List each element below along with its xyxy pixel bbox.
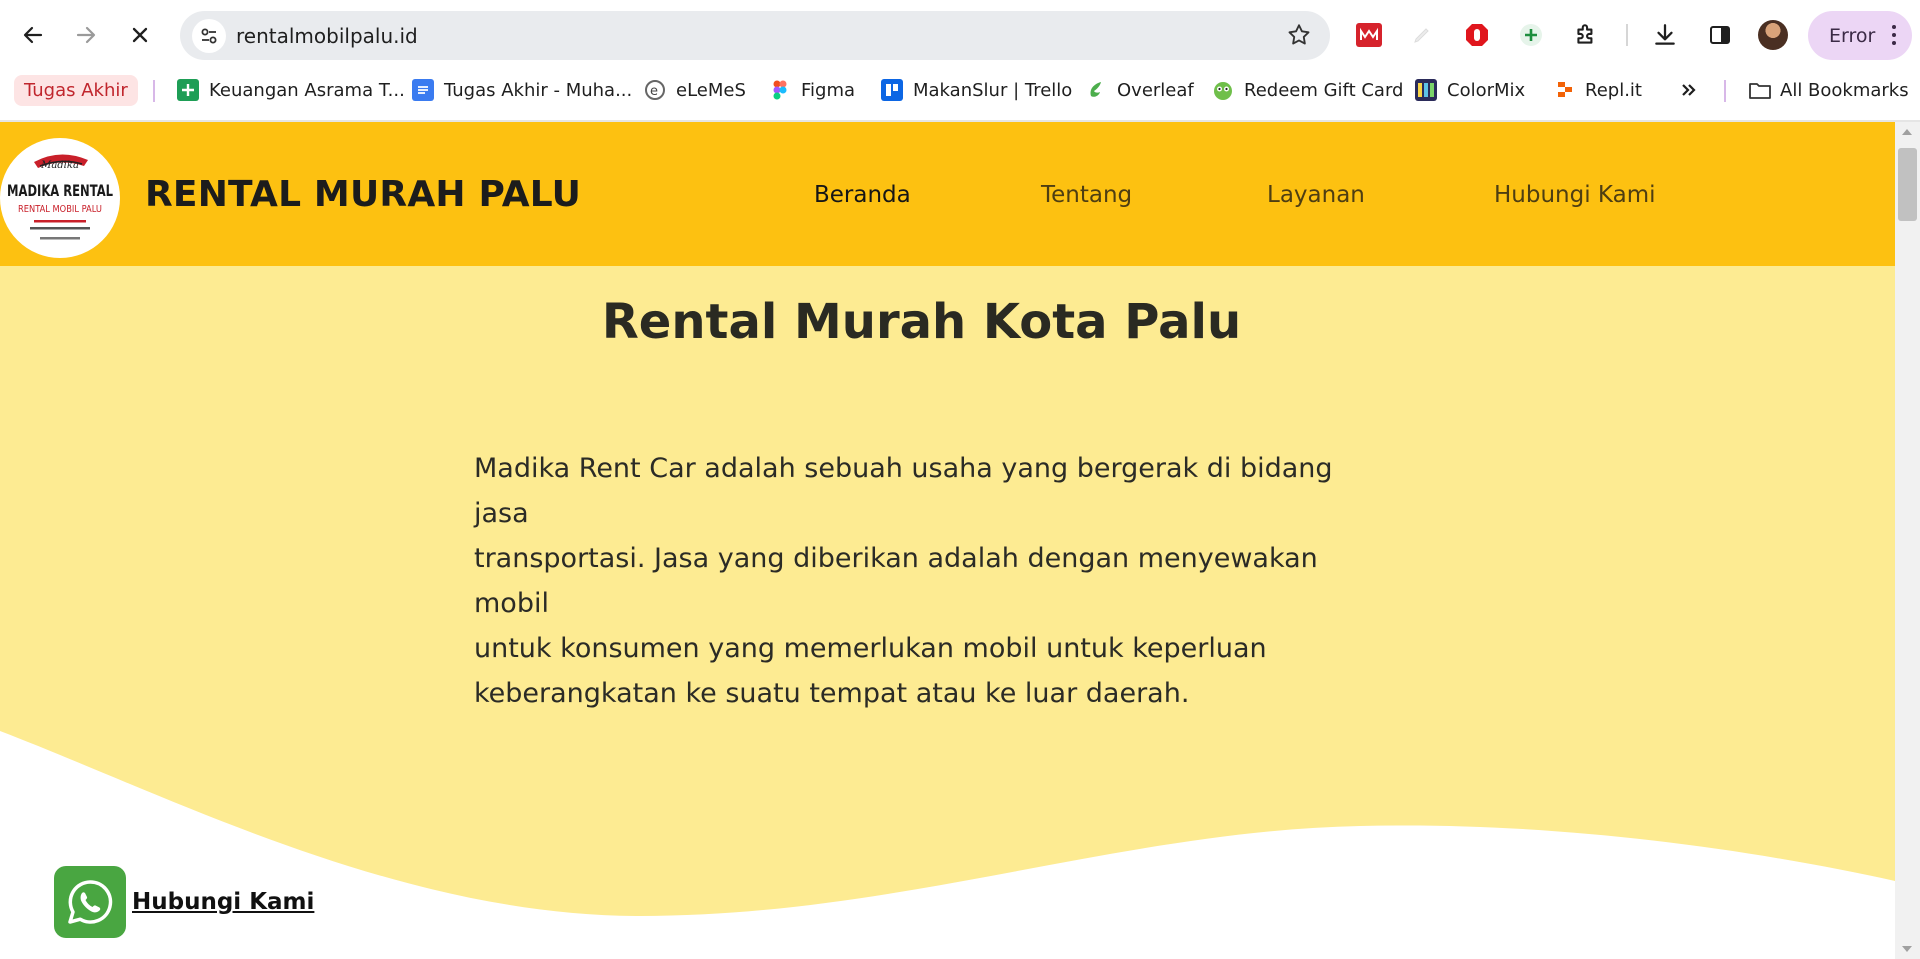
bookmark-label: eLeMeS [676, 79, 746, 101]
bookmark-figma[interactable]: Figma [769, 73, 855, 107]
bookmark-star-button[interactable] [1286, 22, 1312, 53]
extension-plus[interactable] [1514, 17, 1548, 53]
whatsapp-contact-label: Hubungi Kami [132, 889, 315, 915]
browser-chrome: rentalmobilpalu.id Error Tugas Akhir Keu… [0, 0, 1920, 122]
bookmark-label: Tugas Akhir - Muha... [444, 79, 633, 101]
star-icon [1288, 24, 1310, 45]
google-docs-icon [412, 79, 434, 101]
trello-icon [881, 79, 903, 101]
logo-script-text: Madika [40, 160, 79, 171]
hero-section: Rental Murah Kota Palu Madika Rent Car a… [0, 266, 1895, 959]
forward-button[interactable] [66, 15, 106, 55]
profile-avatar[interactable] [1758, 20, 1788, 50]
bookmark-trello[interactable]: MakanSlur | Trello [881, 73, 1072, 107]
close-icon [132, 27, 148, 43]
scrollbar-thumb[interactable] [1898, 148, 1917, 221]
bookmark-label: Overleaf [1117, 79, 1194, 101]
whatsapp-contact-button[interactable]: Hubungi Kami [54, 866, 314, 938]
mendeley-icon [1356, 23, 1382, 47]
elemes-icon: e [644, 79, 666, 101]
colormix-icon [1415, 79, 1437, 101]
all-bookmarks-button[interactable]: All Bookmarks [1748, 73, 1909, 107]
double-chevron-right-icon [1682, 84, 1696, 96]
arrow-right-icon [76, 26, 96, 44]
extensions-button[interactable] [1569, 17, 1603, 53]
hero-description: Madika Rent Car adalah sebuah usaha yang… [474, 446, 1394, 716]
extension-mendeley[interactable] [1352, 17, 1386, 53]
page-scrollbar[interactable] [1895, 122, 1920, 959]
bookmark-folder-tugas-akhir[interactable]: Tugas Akhir [14, 75, 138, 106]
tune-icon [201, 28, 217, 44]
extension-pen[interactable] [1405, 17, 1439, 53]
bookmark-colormix[interactable]: ColorMix [1415, 73, 1525, 107]
bookmark-separator [1724, 80, 1726, 102]
plus-circle-icon [1520, 24, 1542, 46]
whatsapp-icon [54, 866, 126, 938]
profile-error-label: Error [1829, 24, 1876, 47]
browser-toolbar: rentalmobilpalu.id Error [0, 0, 1920, 70]
bookmark-overleaf[interactable]: Overleaf [1085, 73, 1194, 107]
downloads-button[interactable] [1648, 17, 1682, 53]
nav-hubungi-kami[interactable]: Hubungi Kami [1494, 182, 1656, 208]
site-info-button[interactable] [192, 19, 226, 53]
pen-icon [1414, 28, 1429, 43]
madika-logo-graphic: Madika MADIKA RENTAL RENTAL MOBIL PALU [7, 154, 113, 240]
bookmark-label: Keuangan Asrama T... [209, 79, 405, 101]
scroll-up-arrow-icon[interactable] [1902, 129, 1912, 135]
bookmark-label: Repl.it [1585, 79, 1642, 101]
bookmarks-overflow-button[interactable] [1678, 73, 1700, 107]
logo-brand-text: MADIKA RENTAL [7, 181, 113, 200]
gift-card-icon [1212, 79, 1234, 101]
overleaf-icon [1085, 79, 1107, 101]
scroll-down-arrow-icon[interactable] [1902, 946, 1912, 952]
profile-error-button[interactable]: Error [1808, 11, 1912, 60]
kebab-menu-icon [1892, 25, 1896, 49]
bookmark-tugas-akhir-doc[interactable]: Tugas Akhir - Muha... [412, 73, 632, 107]
stop-hand-icon [1466, 24, 1488, 46]
toolbar-separator [1626, 24, 1628, 46]
bookmark-replit[interactable]: Repl.it [1553, 73, 1642, 107]
hero-description-line: transportasi. Jasa yang diberikan adalah… [474, 543, 1318, 619]
url-text[interactable]: rentalmobilpalu.id [236, 24, 418, 48]
bookmark-redeem-gift-card[interactable]: Redeem Gift Card [1212, 73, 1403, 107]
side-panel-icon [1710, 26, 1730, 44]
arrow-left-icon [23, 26, 43, 44]
site-title[interactable]: RENTAL MURAH PALU [145, 174, 581, 215]
bookmark-label: Redeem Gift Card [1244, 79, 1404, 101]
replit-icon [1553, 79, 1575, 101]
bookmark-label: Figma [801, 79, 856, 101]
hero-description-line: untuk konsumen yang memerlukan mobil unt… [474, 633, 1267, 664]
side-panel-button[interactable] [1703, 17, 1737, 53]
site-header: Madika MADIKA RENTAL RENTAL MOBIL PALU R… [0, 122, 1895, 266]
bookmark-label: MakanSlur | Trello [913, 79, 1073, 101]
bookmark-label: ColorMix [1447, 79, 1526, 101]
extension-adblock[interactable] [1460, 17, 1494, 53]
hero-description-line: Madika Rent Car adalah sebuah usaha yang… [474, 453, 1333, 529]
site-logo[interactable]: Madika MADIKA RENTAL RENTAL MOBIL PALU [0, 138, 120, 258]
nav-layanan[interactable]: Layanan [1267, 182, 1365, 208]
back-button[interactable] [13, 15, 53, 55]
page-viewport: Madika MADIKA RENTAL RENTAL MOBIL PALU R… [0, 122, 1895, 959]
hero-title: Rental Murah Kota Palu [601, 294, 1242, 350]
logo-tagline-text: RENTAL MOBIL PALU [18, 204, 102, 215]
hero-description-line: keberangkatan ke suatu tempat atau ke lu… [474, 678, 1190, 709]
bookmark-keuangan-asrama[interactable]: Keuangan Asrama T... [177, 73, 405, 107]
svg-text:e: e [650, 84, 658, 99]
download-icon [1655, 24, 1675, 45]
nav-tentang[interactable]: Tentang [1041, 182, 1132, 208]
bookmark-label: Tugas Akhir [24, 80, 128, 101]
bookmark-elemes[interactable]: e eLeMeS [644, 73, 746, 107]
stop-loading-button[interactable] [120, 15, 160, 55]
nav-beranda[interactable]: Beranda [814, 182, 911, 208]
figma-icon [769, 79, 791, 101]
address-bar[interactable]: rentalmobilpalu.id [180, 11, 1330, 60]
folder-icon [1748, 79, 1771, 101]
puzzle-icon [1577, 24, 1593, 44]
bookmark-separator [153, 80, 155, 102]
bookmark-label: All Bookmarks [1780, 79, 1909, 101]
google-sheets-icon [177, 79, 199, 101]
